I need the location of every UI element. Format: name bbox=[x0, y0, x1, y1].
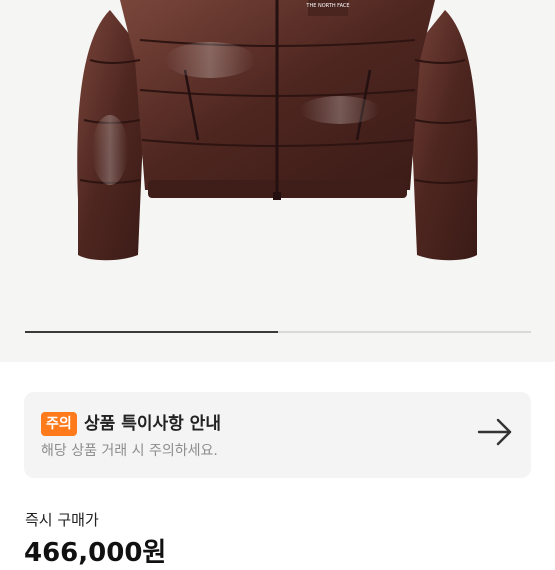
jacket-image: THE NORTH FACE bbox=[77, 0, 478, 261]
instant-buy-label: 즉시 구매가 bbox=[25, 511, 99, 529]
notice-subtitle: 해당 상품 거래 시 주의하세요. bbox=[41, 443, 218, 459]
notice-title: 상품 특이사항 안내 bbox=[84, 414, 221, 434]
gallery-progress-fill bbox=[25, 331, 278, 333]
svg-text:THE NORTH FACE: THE NORTH FACE bbox=[305, 3, 349, 9]
gallery-progress-track bbox=[25, 331, 531, 333]
product-image-carousel[interactable]: THE NORTH FACE bbox=[0, 0, 555, 362]
price: 466,000원 bbox=[24, 538, 167, 568]
brand-logo: THE NORTH FACE bbox=[305, 0, 350, 16]
notice-card[interactable]: 주의 상품 특이사항 안내 해당 상품 거래 시 주의하세요. bbox=[24, 392, 531, 478]
caution-badge: 주의 bbox=[41, 412, 77, 436]
arrow-right-icon[interactable] bbox=[475, 417, 515, 447]
